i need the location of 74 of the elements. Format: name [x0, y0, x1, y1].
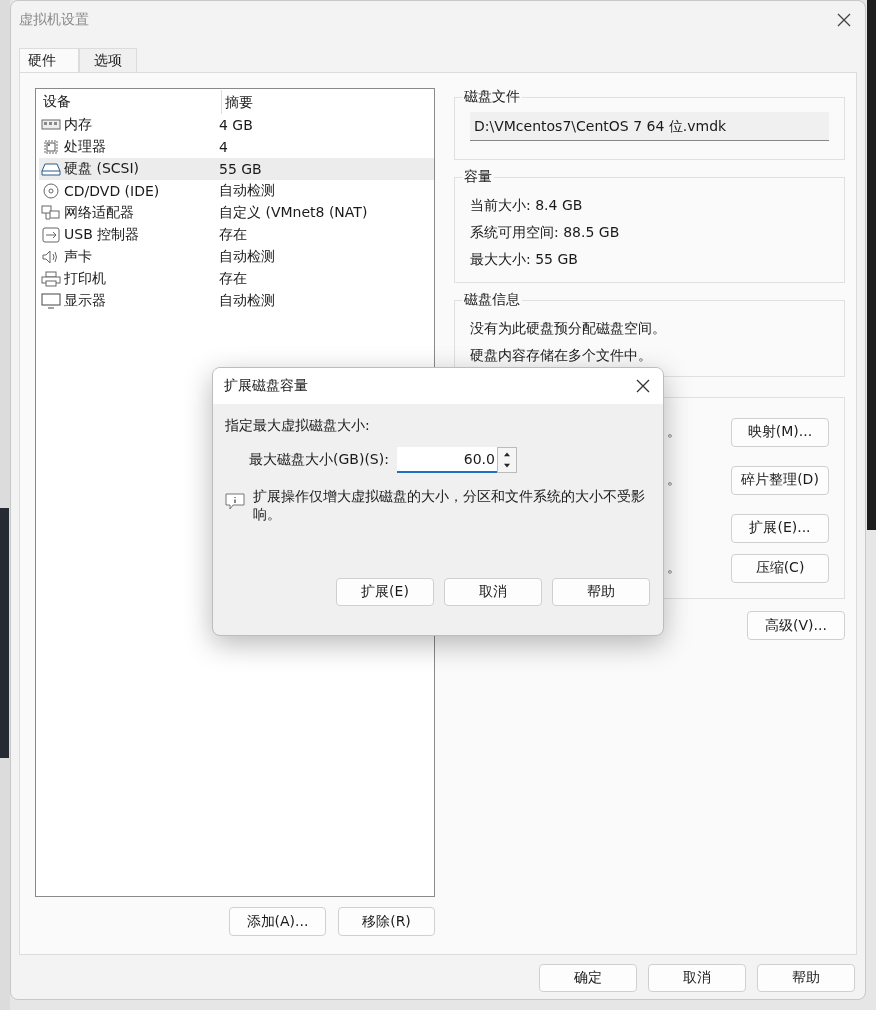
device-summary: 55 GB [219, 161, 263, 177]
device-summary: 存在 [219, 226, 248, 244]
dialog-button[interactable]: 扩展(E) [336, 578, 434, 606]
device-summary: 4 [219, 139, 229, 155]
dialog-button[interactable]: 取消 [648, 964, 746, 992]
dialog-button[interactable]: 确定 [539, 964, 637, 992]
info-text: 硬盘内容存储在多个文件中。 [470, 346, 653, 365]
close-icon[interactable] [636, 379, 650, 393]
field-label: 最大磁盘大小(GB)(S): [249, 451, 389, 469]
info-icon [225, 493, 245, 511]
size-input[interactable]: 60.0 [396, 447, 497, 473]
device-summary: 自动检测 [219, 248, 276, 266]
path-field[interactable]: D:\VMcentos7\CentOS 7 64 位.vmdk [470, 112, 829, 141]
utility-button[interactable]: 映射(M)... [731, 417, 829, 447]
device-name: 处理器 [64, 138, 106, 156]
drive-icon [41, 161, 61, 177]
group-title: 容量 [463, 168, 493, 186]
utility-button[interactable]: 压缩(C) [731, 553, 829, 583]
info-text: 扩展操作仅增大虚拟磁盘的大小，分区和文件系统的大小不受影响。 [253, 487, 646, 523]
info-text: 没有为此硬盘预分配磁盘空间。 [470, 319, 667, 338]
device-name: 内存 [64, 116, 92, 134]
device-name: 打印机 [64, 270, 106, 288]
tab[interactable]: 硬件 [19, 48, 79, 73]
device-name: 显示器 [64, 292, 106, 310]
group-title: 磁盘信息 [463, 291, 521, 309]
dialog-title: 扩展磁盘容量 [224, 377, 308, 395]
device-row[interactable]: USB 控制器 存在 [39, 224, 434, 246]
dialog-button[interactable]: 帮助 [552, 578, 650, 606]
printer-icon [41, 271, 61, 287]
utility-button[interactable]: 碎片整理(D) [731, 465, 829, 495]
device-summary: 自定义 (VMnet8 (NAT) [219, 204, 369, 222]
device-row[interactable]: 声卡 自动检测 [39, 246, 434, 268]
monitor-icon [41, 293, 61, 309]
device-row[interactable]: 处理器 4 [39, 136, 434, 158]
capacity-text: 最大大小: 55 GB [470, 250, 579, 269]
device-row[interactable]: 打印机 存在 [39, 268, 434, 290]
disc-icon [41, 183, 61, 199]
capacity-text: 当前大小: 8.4 GB [470, 196, 584, 215]
device-row[interactable]: 网络适配器 自定义 (VMnet8 (NAT) [39, 202, 434, 224]
column-header[interactable]: 设备 [39, 93, 221, 111]
device-name: 网络适配器 [64, 204, 134, 222]
device-row[interactable]: 硬盘 (SCSI) 55 GB [39, 158, 434, 180]
list-button[interactable]: 移除(R) [338, 907, 435, 936]
utility-text: 。 [667, 471, 681, 489]
capacity-text: 系统可用空间: 88.5 GB [470, 223, 621, 242]
device-row[interactable]: 显示器 自动检测 [39, 290, 434, 312]
chip-icon [41, 139, 61, 155]
utility-button[interactable]: 扩展(E)... [731, 513, 829, 543]
close-icon[interactable] [837, 13, 851, 27]
device-summary: 自动检测 [219, 182, 276, 200]
column-header[interactable]: 摘要 [221, 90, 434, 114]
device-name: 声卡 [64, 248, 92, 266]
utility-text: 。 [667, 423, 681, 441]
window-title: 虚拟机设置 [19, 11, 89, 29]
dialog-button[interactable]: 取消 [444, 578, 542, 606]
list-button[interactable]: 添加(A)... [229, 907, 326, 936]
device-summary: 4 GB [219, 117, 254, 133]
device-row[interactable]: 内存 4 GB [39, 114, 434, 136]
device-name: 硬盘 (SCSI) [64, 160, 140, 178]
device-summary: 自动检测 [219, 292, 276, 310]
dialog-button[interactable]: 帮助 [757, 964, 855, 992]
usb-icon [41, 227, 61, 243]
network-icon [41, 205, 61, 221]
spin-buttons[interactable] [496, 447, 517, 473]
group-title: 磁盘文件 [463, 88, 521, 106]
device-row[interactable]: CD/DVD (IDE) 自动检测 [39, 180, 434, 202]
tab[interactable]: 选项 [79, 48, 137, 72]
device-name: CD/DVD (IDE) [64, 183, 160, 199]
prompt-text: 指定最大虚拟磁盘大小: [225, 417, 371, 435]
advanced-button[interactable]: 高级(V)... [747, 611, 845, 640]
utility-text: 。 [667, 559, 681, 577]
device-name: USB 控制器 [64, 226, 140, 244]
memory-icon [41, 117, 61, 133]
device-summary: 存在 [219, 270, 248, 288]
